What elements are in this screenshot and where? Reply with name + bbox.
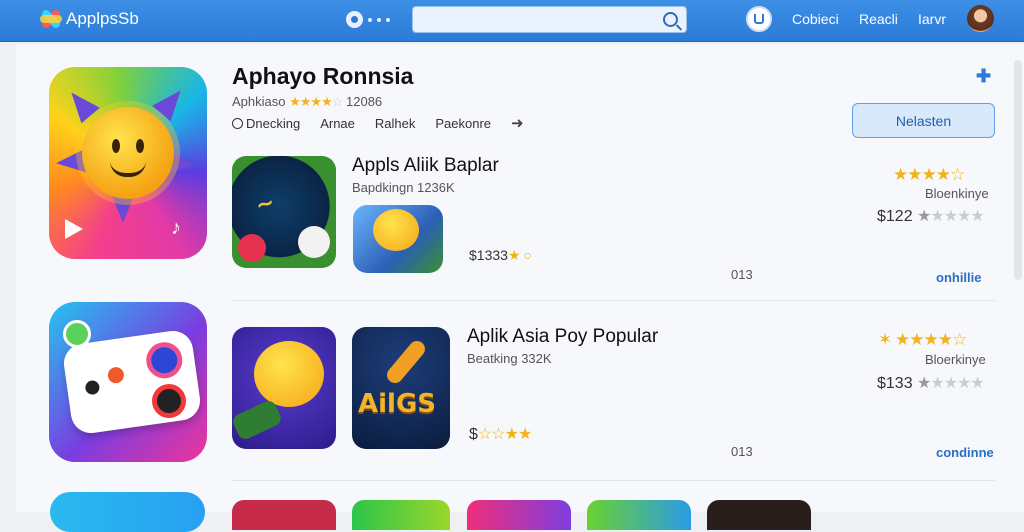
app-tile-3[interactable] bbox=[232, 327, 336, 449]
section-1-link[interactable]: onhillie bbox=[936, 270, 982, 285]
rocket-icon bbox=[383, 337, 429, 387]
scrollbar[interactable] bbox=[1014, 60, 1022, 280]
tile-tool-icon bbox=[232, 398, 284, 442]
nav-dot bbox=[368, 17, 372, 22]
section-2-count: 013 bbox=[731, 444, 753, 459]
brand-name: ApplpsSb bbox=[66, 9, 139, 28]
tab-4[interactable]: Paekonre bbox=[435, 116, 491, 131]
nav-link-2[interactable]: Reacli bbox=[859, 11, 898, 27]
tab-1[interactable]: Dnecking bbox=[232, 116, 300, 131]
add-icon[interactable]: ✚ bbox=[976, 66, 991, 87]
divider bbox=[232, 300, 995, 301]
tile-red-badge bbox=[238, 234, 266, 262]
green-badge-icon bbox=[63, 320, 91, 348]
section-1-price: $122 ★★★★★ bbox=[877, 208, 985, 225]
section-2-title: Aplik Asia Poy Popular bbox=[467, 326, 659, 347]
section-1-count: 013 bbox=[731, 267, 753, 282]
meta-count: 12086 bbox=[346, 94, 383, 109]
play-icon bbox=[65, 219, 83, 239]
library-icon[interactable] bbox=[746, 6, 772, 32]
section-1-subtitle: Bapdkingn 1236K bbox=[352, 180, 455, 195]
search-icon[interactable] bbox=[663, 12, 678, 27]
section-2-rating: ✶ ★★★★☆ bbox=[878, 330, 967, 349]
app-tile-4[interactable]: AilGS bbox=[352, 327, 450, 449]
rating-stars-empty: ☆ bbox=[331, 94, 344, 109]
ray bbox=[62, 84, 100, 124]
partial-app-icon[interactable] bbox=[50, 492, 205, 532]
nav-dot bbox=[386, 17, 390, 22]
partial-app-tile[interactable] bbox=[707, 500, 811, 530]
app-tile-2[interactable] bbox=[353, 205, 443, 273]
divider bbox=[232, 480, 995, 481]
app-tile-1[interactable]: ~ bbox=[232, 156, 336, 268]
section-2-subtitle: Beatking 332K bbox=[467, 351, 552, 366]
partial-app-tile[interactable] bbox=[467, 500, 571, 530]
section-2-rating-label: Bloerkinye bbox=[925, 352, 986, 367]
featured-tabs: Dnecking Arnae Ralhek Paekonre ➜ bbox=[232, 114, 524, 132]
game-controller-app-icon[interactable] bbox=[49, 302, 207, 462]
navigation-dots[interactable] bbox=[346, 11, 390, 28]
nav-link-3[interactable]: Iarvr bbox=[918, 11, 946, 27]
tile-logo-text: AilGS bbox=[358, 389, 437, 419]
smiling-sun-icon bbox=[82, 107, 174, 199]
meta-prefix: Aphkiaso bbox=[232, 94, 286, 109]
section-1-price-note: $1333★ ○ bbox=[469, 247, 532, 263]
partial-app-tile[interactable] bbox=[352, 500, 450, 530]
top-navigation-bar: ApplpsSb Cobieci Reacli Iarvr bbox=[0, 0, 1024, 42]
featured-meta: Aphkiaso ★★★★☆ 12086 bbox=[232, 94, 382, 110]
arrow-right-icon[interactable]: ➜ bbox=[511, 114, 524, 132]
tile-logo-text: ~ bbox=[253, 190, 278, 219]
app-store-logo-icon bbox=[40, 8, 62, 30]
smiley-character-icon bbox=[254, 341, 324, 407]
smiley-character-icon bbox=[373, 209, 419, 251]
user-avatar[interactable] bbox=[967, 5, 994, 32]
partial-app-tile[interactable] bbox=[232, 500, 336, 530]
section-2-price-note: $☆☆★★ bbox=[469, 426, 532, 443]
brand[interactable]: ApplpsSb bbox=[40, 8, 139, 30]
rating-stars: ★★★★ bbox=[289, 94, 333, 109]
music-note-icon: ♪ bbox=[171, 217, 181, 239]
featured-app-icon[interactable]: ♪ bbox=[49, 67, 207, 259]
ray bbox=[152, 82, 190, 122]
section-2-link[interactable]: condinne bbox=[936, 445, 994, 460]
tile-character-icon bbox=[298, 226, 330, 258]
nav-home-icon[interactable] bbox=[346, 11, 363, 28]
nav-dot bbox=[377, 17, 381, 22]
featured-title: Aphayo Ronnsia bbox=[232, 63, 414, 89]
tab-3[interactable]: Ralhek bbox=[375, 116, 415, 131]
nav-link-1[interactable]: Cobieci bbox=[792, 11, 839, 27]
section-2-price: $133 ★★★★★ bbox=[877, 375, 985, 392]
section-1-rating: ★★★★☆ bbox=[893, 165, 965, 184]
section-1-rating-label: Bloenkinye bbox=[925, 186, 989, 201]
search-input[interactable] bbox=[412, 6, 687, 33]
install-button[interactable]: Nelasten bbox=[852, 103, 995, 138]
tab-2[interactable]: Arnae bbox=[320, 116, 355, 131]
section-1-title: Appls Aliik Baplar bbox=[352, 155, 499, 176]
clock-icon bbox=[232, 117, 243, 129]
partial-app-tile[interactable] bbox=[587, 500, 691, 530]
